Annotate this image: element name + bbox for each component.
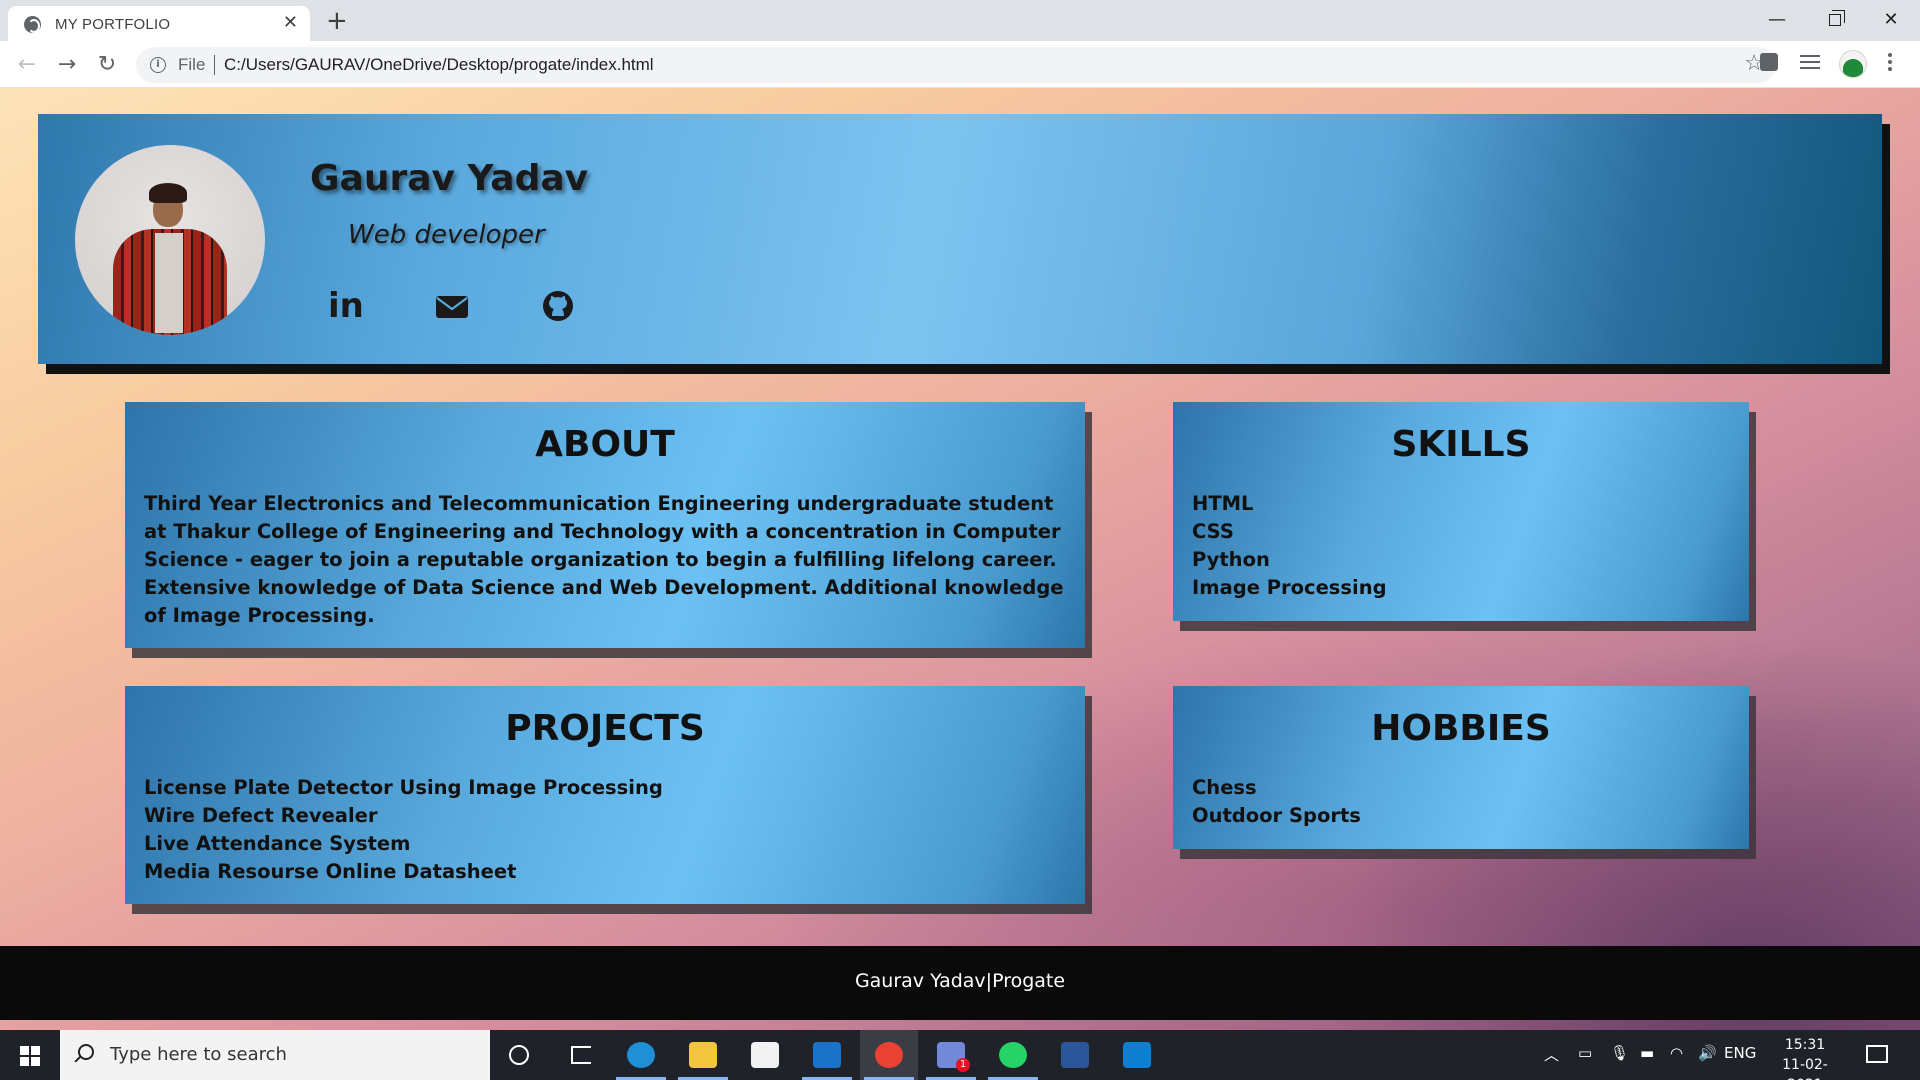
url-scheme-label: File	[178, 55, 206, 74]
projects-section: PROJECTS License Plate Detector Using Im…	[125, 686, 1085, 904]
portfolio-page: Gaurav Yadav Web developer in ABOUT Thir…	[0, 88, 1920, 1030]
profile-role: Web developer	[348, 220, 545, 250]
about-text: Third Year Electronics and Telecommunica…	[144, 492, 1064, 627]
github-svg	[543, 291, 573, 321]
start-button[interactable]	[0, 1030, 60, 1080]
clock-time: 15:31	[1784, 1037, 1826, 1053]
globe-icon	[24, 16, 41, 33]
tab-close-icon[interactable]: ✕	[283, 12, 298, 33]
hobbies-title: HOBBIES	[1371, 708, 1551, 749]
clock[interactable]: 15:31 11-02-2021	[1770, 1035, 1840, 1080]
cortana-icon	[509, 1045, 529, 1065]
address-bar[interactable]: i File C:/Users/GAURAV/OneDrive/Desktop/…	[136, 47, 1776, 83]
edge-icon	[627, 1042, 655, 1068]
task-view-icon	[571, 1046, 591, 1064]
windows-taskbar: Type here to search 1 ︿ ▭ 🎙 ▬ ◠ 🔊 ENG 15…	[0, 1030, 1920, 1080]
extensions-icon[interactable]	[1760, 53, 1778, 71]
word-taskbar-button[interactable]	[1046, 1030, 1104, 1080]
cortana-button[interactable]	[490, 1030, 548, 1080]
about-title: ABOUT	[535, 424, 675, 465]
meet-now-icon[interactable]: ▭	[1578, 1044, 1592, 1062]
github-icon[interactable]	[540, 288, 576, 324]
url-separator	[214, 55, 215, 75]
project-item: Live Attendance System	[144, 832, 411, 855]
chrome-taskbar-button[interactable]	[860, 1030, 918, 1080]
skills-list: HTML CSS Python Image Processing	[1192, 490, 1745, 602]
tab-title: MY PORTFOLIO	[55, 16, 171, 33]
notification-center-icon[interactable]	[1866, 1045, 1888, 1063]
restore-icon	[1829, 10, 1845, 26]
whatsapp-icon	[999, 1042, 1027, 1068]
about-section: ABOUT Third Year Electronics and Telecom…	[125, 402, 1085, 648]
mail-icon	[813, 1042, 841, 1068]
chevron-up-icon[interactable]: ︿	[1544, 1044, 1559, 1065]
media-playlist-icon[interactable]	[1800, 55, 1820, 71]
linkedin-icon[interactable]: in	[328, 288, 364, 324]
taskbar-search-input[interactable]: Type here to search	[60, 1030, 490, 1080]
system-tray: ︿ ▭ 🎙 ▬ ◠ 🔊 ENG 15:31 11-02-2021	[1536, 1030, 1920, 1080]
whatsapp-taskbar-button[interactable]	[984, 1030, 1042, 1080]
volume-icon[interactable]: 🔊	[1698, 1044, 1717, 1062]
page-footer: Gaurav Yadav|Progate	[0, 946, 1920, 1020]
back-arrow-icon[interactable]: ←	[12, 50, 42, 80]
window-minimize-button[interactable]: —	[1748, 4, 1806, 36]
task-view-button[interactable]	[552, 1030, 610, 1080]
search-icon	[78, 1044, 94, 1060]
skill-item: CSS	[1192, 520, 1234, 543]
browser-tab[interactable]: MY PORTFOLIO ✕	[8, 6, 310, 41]
windows-logo-icon	[20, 1046, 40, 1066]
projects-list: License Plate Detector Using Image Proce…	[144, 774, 1081, 886]
language-indicator[interactable]: ENG	[1724, 1044, 1756, 1062]
project-item: Wire Defect Revealer	[144, 804, 378, 827]
more-menu-icon[interactable]	[1888, 53, 1894, 75]
projects-title: PROJECTS	[505, 708, 705, 749]
hobby-item: Outdoor Sports	[1192, 804, 1361, 827]
vscode-icon	[1123, 1042, 1151, 1068]
window-restore-button[interactable]	[1806, 4, 1864, 36]
skill-item: Image Processing	[1192, 576, 1387, 599]
skill-item: Python	[1192, 548, 1270, 571]
store-icon	[751, 1042, 779, 1068]
profile-name: Gaurav Yadav	[310, 158, 589, 199]
project-item: Media Resourse Online Datasheet	[144, 860, 517, 883]
browser-toolbar: ← → ↻ i File C:/Users/GAURAV/OneDrive/De…	[0, 41, 1920, 88]
notification-badge: 1	[956, 1058, 970, 1072]
skill-item: HTML	[1192, 492, 1254, 515]
window-close-button[interactable]: ✕	[1862, 4, 1920, 36]
skills-title: SKILLS	[1391, 424, 1531, 465]
microphone-icon[interactable]: 🎙	[1610, 1044, 1629, 1062]
vscode-taskbar-button[interactable]	[1108, 1030, 1166, 1080]
skills-section: SKILLS HTML CSS Python Image Processing	[1173, 402, 1749, 621]
footer-text: Gaurav Yadav|Progate	[854, 970, 1066, 992]
hobbies-section: HOBBIES Chess Outdoor Sports	[1173, 686, 1749, 849]
reload-icon[interactable]: ↻	[92, 50, 122, 80]
url-text[interactable]: C:/Users/GAURAV/OneDrive/Desktop/progate…	[224, 55, 654, 75]
search-placeholder: Type here to search	[110, 1044, 287, 1065]
profile-header: Gaurav Yadav Web developer in	[38, 114, 1882, 364]
info-icon[interactable]: i	[150, 57, 166, 73]
hobbies-list: Chess Outdoor Sports	[1192, 774, 1745, 830]
browser-tabstrip: MY PORTFOLIO ✕ + — ✕	[0, 0, 1920, 41]
envelope-svg	[436, 296, 468, 318]
forward-arrow-icon[interactable]: →	[52, 50, 82, 80]
project-item: License Plate Detector Using Image Proce…	[144, 776, 663, 799]
wifi-icon[interactable]: ◠	[1670, 1044, 1683, 1062]
battery-icon[interactable]: ▬	[1640, 1044, 1654, 1062]
clock-date: 11-02-2021	[1782, 1057, 1828, 1080]
discord-taskbar-button[interactable]: 1	[922, 1030, 980, 1080]
profile-photo	[75, 145, 265, 335]
store-taskbar-button[interactable]	[736, 1030, 794, 1080]
envelope-icon[interactable]	[434, 288, 470, 324]
mail-taskbar-button[interactable]	[798, 1030, 856, 1080]
edge-taskbar-button[interactable]	[612, 1030, 670, 1080]
photo-person-shirt	[155, 233, 183, 333]
new-tab-button[interactable]: +	[326, 6, 348, 36]
file-explorer-taskbar-button[interactable]	[674, 1030, 732, 1080]
hobby-item: Chess	[1192, 776, 1257, 799]
profile-avatar[interactable]	[1839, 50, 1867, 78]
word-icon	[1061, 1042, 1089, 1068]
photo-person-hair	[149, 183, 187, 203]
file-explorer-icon	[689, 1042, 717, 1068]
chrome-icon	[875, 1042, 903, 1068]
